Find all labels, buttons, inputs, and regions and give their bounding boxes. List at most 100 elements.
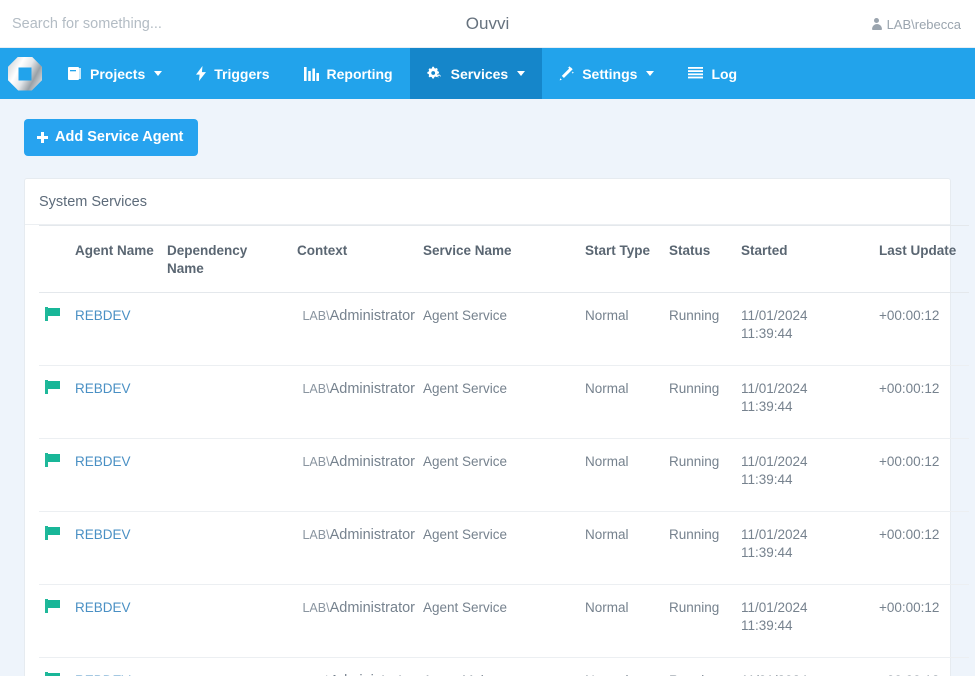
- nav-item-label: Log: [711, 65, 738, 82]
- logo-container[interactable]: [0, 48, 50, 99]
- top-bar: Ouvvi LAB\rebecca: [0, 0, 975, 48]
- column-header-agent-name[interactable]: Agent Name: [69, 225, 161, 293]
- table-row[interactable]: REBDEV LAB\Administrator Agent Service Norm…: [39, 438, 969, 512]
- nav-item-services[interactable]: Services: [409, 48, 543, 99]
- row-agent-name-cell: REBDEV: [69, 365, 161, 439]
- ouvvi-logo-icon: [8, 56, 42, 91]
- chevron-down-icon: [517, 71, 526, 76]
- table-header-row: Agent Name Dependency Name Context Servi…: [39, 225, 969, 293]
- magic-wand-icon: [559, 66, 575, 81]
- agent-name-link[interactable]: REBDEV: [75, 454, 131, 469]
- started-date: 11/01/2024: [741, 308, 808, 323]
- row-last-update-cell: +00:00:12: [873, 292, 969, 366]
- started-date: 11/01/2024: [741, 600, 808, 615]
- row-flag-cell[interactable]: [39, 584, 69, 658]
- started-time: 11:39:44: [741, 618, 793, 633]
- agent-name-link[interactable]: REBDEV: [75, 308, 131, 323]
- table-row[interactable]: REBDEV LAB\Administrator Agent Service Norm…: [39, 584, 969, 658]
- started-time: 11:39:44: [741, 399, 793, 414]
- agent-name-link[interactable]: REBDEV: [75, 600, 131, 615]
- card-body: Agent Name Dependency Name Context Servi…: [25, 225, 969, 676]
- row-context-cell: LAB\Administrator: [291, 438, 417, 512]
- row-dependency-name-cell: [161, 657, 291, 676]
- gears-icon: [426, 66, 443, 81]
- user-label: LAB\rebecca: [886, 16, 961, 32]
- nav-item-log[interactable]: Log: [671, 48, 754, 99]
- row-last-update-cell: +00:00:12: [873, 438, 969, 512]
- flag-icon: [45, 307, 60, 321]
- nav-item-reporting[interactable]: Reporting: [287, 48, 410, 99]
- add-service-agent-label: Add Service Agent: [55, 129, 184, 145]
- user-menu[interactable]: LAB\rebecca: [871, 0, 961, 48]
- row-agent-name-cell: REBDEV: [69, 292, 161, 366]
- row-flag-cell[interactable]: [39, 511, 69, 585]
- row-start-type-cell: Normal: [579, 292, 663, 366]
- column-header-context[interactable]: Context: [291, 225, 417, 293]
- row-service-name-cell: Agent Service: [417, 365, 579, 439]
- nav-item-label: Projects: [90, 65, 146, 82]
- agent-name-link[interactable]: REBDEV: [75, 527, 131, 542]
- row-last-update-cell: +00:00:12: [873, 511, 969, 585]
- row-flag-cell[interactable]: [39, 292, 69, 366]
- chevron-down-icon: [646, 71, 655, 76]
- column-header-dependency-name[interactable]: Dependency Name: [161, 225, 291, 293]
- nav-item-label: Triggers: [214, 65, 270, 82]
- context-domain: LAB\: [302, 382, 330, 396]
- row-start-type-cell: Normal: [579, 657, 663, 676]
- row-service-name-cell: Agent Service: [417, 511, 579, 585]
- row-start-type-cell: Normal: [579, 584, 663, 658]
- column-header-service-name[interactable]: Service Name: [417, 225, 579, 293]
- column-header-start-type[interactable]: Start Type: [579, 225, 663, 293]
- row-dependency-name-cell: [161, 292, 291, 366]
- flag-icon: [45, 599, 60, 613]
- row-started-cell: 11/01/2024 11:39:44: [735, 365, 873, 439]
- table-row[interactable]: REBDEV LAB\Administrator Agent Service Norm…: [39, 292, 969, 366]
- table-row[interactable]: REBDEV LAB\AdministratorAgent Maintenance…: [39, 657, 969, 676]
- row-started-cell: 11/01/202411:39:44: [735, 657, 873, 676]
- card-title: System Services: [25, 179, 950, 225]
- started-time: 11:39:44: [741, 326, 793, 341]
- row-status-cell: Running: [663, 511, 735, 585]
- plus-icon: [37, 131, 48, 143]
- nav-item-triggers[interactable]: Triggers: [179, 48, 286, 99]
- row-started-cell: 11/01/2024 11:39:44: [735, 584, 873, 658]
- row-status-cell: Running: [663, 657, 735, 676]
- column-header-status[interactable]: Status: [663, 225, 735, 293]
- services-table: Agent Name Dependency Name Context Servi…: [39, 225, 969, 676]
- started-time: 11:39:44: [741, 545, 793, 560]
- row-status-cell: Running: [663, 438, 735, 512]
- row-context-cell: LAB\Administrator: [291, 292, 417, 366]
- context-user: Administrator: [329, 600, 415, 616]
- bolt-icon: [196, 66, 207, 81]
- system-services-card: System Services Agent Name Dependency Na…: [24, 178, 969, 676]
- table-row[interactable]: REBDEV LAB\Administrator Agent Service Norm…: [39, 365, 969, 439]
- main-navigation: Projects Triggers Reporting Services Set…: [0, 48, 975, 99]
- column-header-last-update[interactable]: Last Update: [873, 225, 969, 293]
- started-date: 11/01/2024: [741, 381, 808, 396]
- row-agent-name-cell: REBDEV: [69, 584, 161, 658]
- row-flag-cell[interactable]: [39, 438, 69, 512]
- nav-item-settings[interactable]: Settings: [542, 48, 671, 99]
- nav-item-label: Reporting: [326, 65, 393, 82]
- page-content: Add Service Agent System Services Agent …: [0, 99, 975, 676]
- agent-name-link[interactable]: REBDEV: [75, 381, 131, 396]
- column-header-started[interactable]: Started: [735, 225, 873, 293]
- row-context-cell: LAB\Administrator: [291, 511, 417, 585]
- context-user: Administrator: [329, 454, 415, 470]
- search-input[interactable]: [0, 0, 300, 47]
- row-dependency-name-cell: [161, 584, 291, 658]
- add-service-agent-button[interactable]: Add Service Agent: [24, 119, 199, 156]
- context-domain: LAB\: [302, 309, 330, 323]
- row-dependency-name-cell: [161, 511, 291, 585]
- started-date: 11/01/2024: [741, 672, 867, 676]
- row-flag-cell[interactable]: [39, 657, 69, 676]
- column-header-flag[interactable]: [39, 225, 69, 293]
- row-status-cell: Running: [663, 365, 735, 439]
- nav-item-projects[interactable]: Projects: [50, 48, 179, 99]
- table-row[interactable]: REBDEV LAB\Administrator Agent Service Norm…: [39, 511, 969, 585]
- list-icon: [688, 67, 704, 80]
- row-flag-cell[interactable]: [39, 365, 69, 439]
- nav-item-label: Services: [450, 65, 509, 82]
- row-agent-name-cell: REBDEV: [69, 511, 161, 585]
- row-agent-name-cell: REBDEV: [69, 438, 161, 512]
